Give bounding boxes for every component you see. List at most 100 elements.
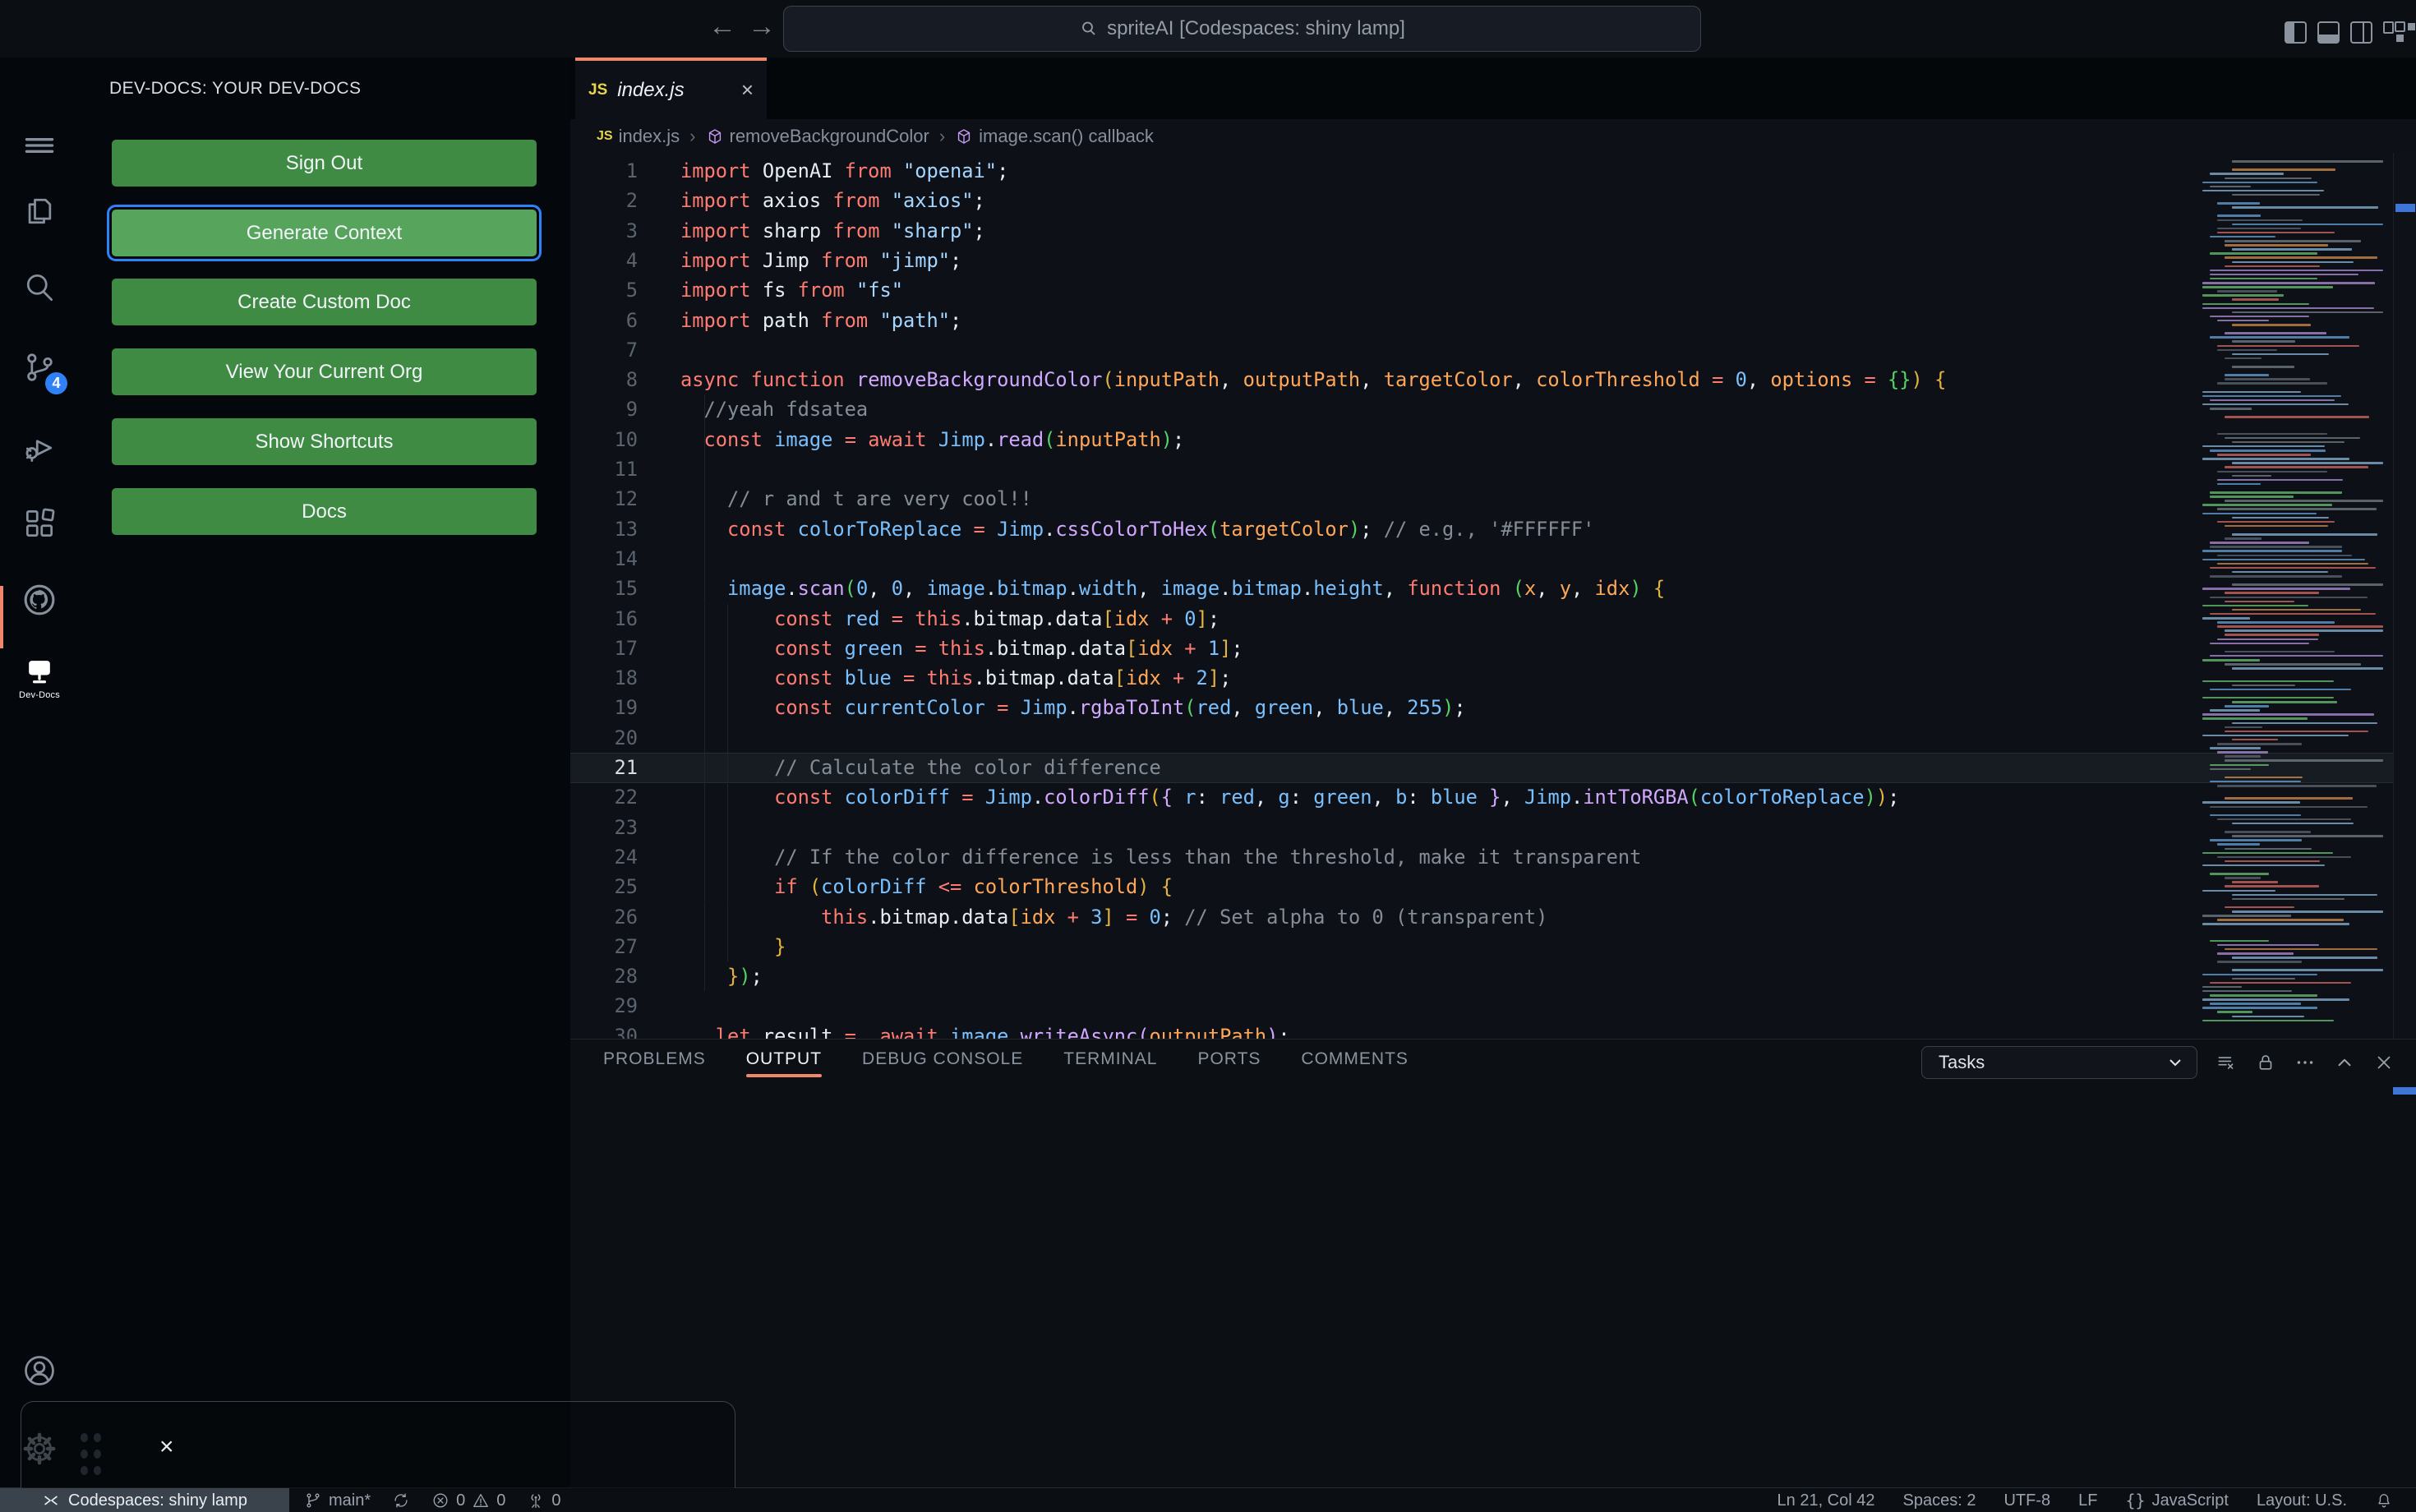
line-number: 7: [625, 338, 638, 362]
status-language[interactable]: {} JavaScript: [2125, 1491, 2228, 1510]
js-file-icon: JS: [597, 128, 613, 143]
status-keyboard-layout[interactable]: Layout: U.S.: [2257, 1491, 2347, 1510]
status-branch[interactable]: main*: [304, 1491, 371, 1510]
code-line-19[interactable]: 19 const currentColor = Jimp.rgbaToInt(r…: [570, 693, 2393, 723]
ellipsis-icon[interactable]: [2293, 1050, 2317, 1075]
layout-grid-toggle-icon[interactable]: [2383, 21, 2405, 44]
code-line-13[interactable]: 13 const colorToReplace = Jimp.cssColorT…: [570, 514, 2393, 544]
breadcrumb-item[interactable]: image.scan() callback: [955, 126, 1154, 147]
chevron-up-icon[interactable]: [2332, 1050, 2357, 1075]
command-center-search[interactable]: spriteAI [Codespaces: shiny lamp]: [783, 6, 1701, 52]
activity-item-run-debug[interactable]: [0, 419, 79, 477]
code-line-21[interactable]: 21 // Calculate the color difference: [570, 753, 2393, 783]
lock-icon[interactable]: [2253, 1050, 2278, 1075]
code-line-30[interactable]: 30 let result = await image.writeAsync(o…: [570, 1021, 2393, 1039]
toast-close-icon[interactable]: ×: [159, 1435, 174, 1459]
code-line-14[interactable]: 14: [570, 543, 2393, 574]
clear-output-icon[interactable]: [2214, 1050, 2238, 1075]
breadcrumb-item[interactable]: JS index.js: [597, 126, 680, 147]
code-line-25[interactable]: 25 if (colorDiff <= colorThreshold) {: [570, 872, 2393, 902]
panel-tab-debug-console[interactable]: DEBUG CONSOLE: [862, 1044, 1023, 1074]
code-line-7[interactable]: 7: [570, 335, 2393, 365]
code-line-18[interactable]: 18 const blue = this.bitmap.data[idx + 2…: [570, 663, 2393, 694]
activity-item-explorer[interactable]: [0, 182, 79, 240]
breadcrumb-item[interactable]: removeBackgroundColor: [706, 126, 929, 147]
line-number: 9: [625, 398, 638, 422]
dev-docs-icon: [21, 652, 58, 689]
output-channel-select[interactable]: Tasks: [1921, 1046, 2197, 1079]
tab-close-icon[interactable]: ×: [741, 77, 754, 103]
code-line-9[interactable]: 9 //yeah fdsatea: [570, 394, 2393, 425]
symbol-cube-icon: [706, 127, 724, 145]
activity-item-github[interactable]: [0, 571, 79, 629]
line-number: 8: [625, 368, 638, 392]
chevron-down-icon: [2165, 1053, 2185, 1072]
code-line-24[interactable]: 24 // If the color difference is less th…: [570, 841, 2393, 873]
breadcrumb-label: index.js: [618, 125, 680, 146]
code-line-3[interactable]: 3 import sharp from "sharp";: [570, 216, 2393, 246]
js-file-icon: JS: [588, 81, 608, 99]
status-ports[interactable]: 0: [527, 1491, 561, 1510]
panel-tab-terminal[interactable]: TERMINAL: [1063, 1044, 1157, 1074]
activity-item-menu[interactable]: [0, 117, 79, 174]
docs-button[interactable]: Docs: [112, 488, 537, 535]
panel-tab-problems[interactable]: PROBLEMS: [603, 1044, 706, 1074]
code-line-20[interactable]: 20: [570, 722, 2393, 753]
status-problems[interactable]: 00: [431, 1491, 505, 1510]
panel-tab-output[interactable]: OUTPUT: [745, 1044, 823, 1077]
code-line-28[interactable]: 28 });: [570, 961, 2393, 992]
create-custom-doc-button[interactable]: Create Custom Doc: [112, 279, 537, 325]
activity-item-dev-docs[interactable]: Dev-Docs: [0, 648, 79, 705]
panel-bottom-filled-toggle-icon[interactable]: [2317, 21, 2340, 44]
back-button[interactable]: ←: [708, 8, 736, 44]
activity-item-search[interactable]: [0, 259, 79, 316]
panel-left-filled-toggle-icon[interactable]: [2285, 21, 2307, 44]
activity-item-source-control[interactable]: 4: [0, 339, 79, 396]
code-text: import axios from "axios";: [680, 189, 985, 213]
sign-out-button[interactable]: Sign Out: [112, 140, 537, 187]
code-line-15[interactable]: 15 image.scan(0, 0, image.bitmap.width, …: [570, 574, 2393, 604]
code-line-26[interactable]: 26 this.bitmap.data[idx + 3] = 0; // Set…: [570, 901, 2393, 932]
remote-indicator[interactable]: Codespaces: shiny lamp: [0, 1488, 289, 1512]
remote-icon: [42, 1491, 60, 1510]
code-line-2[interactable]: 2 import axios from "axios";: [570, 186, 2393, 215]
status-indentation[interactable]: Spaces: 2: [1903, 1491, 1976, 1510]
code-line-16[interactable]: 16 const red = this.bitmap.data[idx + 0]…: [570, 603, 2393, 634]
code-line-22[interactable]: 22 const colorDiff = Jimp.colorDiff({ r:…: [570, 782, 2393, 813]
search-icon: [1079, 19, 1099, 39]
view-your-current-org-button[interactable]: View Your Current Org: [112, 348, 537, 395]
code-line-27[interactable]: 27 }: [570, 931, 2393, 962]
tab-index-js[interactable]: JS index.js ×: [575, 58, 767, 119]
code-line-1[interactable]: 1 import OpenAI from "openai";: [570, 156, 2393, 186]
status-eol[interactable]: LF: [2078, 1491, 2097, 1510]
status-cursor-position[interactable]: Ln 21, Col 42: [1777, 1491, 1875, 1510]
code-line-12[interactable]: 12 // r and t are very cool!!: [570, 484, 2393, 514]
panel-right-toggle-icon[interactable]: [2350, 21, 2372, 44]
code-line-6[interactable]: 6 import path from "path";: [570, 306, 2393, 335]
source-control-badge: 4: [45, 372, 67, 394]
activity-item-account[interactable]: [0, 1342, 79, 1399]
status-notifications[interactable]: [2375, 1491, 2393, 1510]
code-line-11[interactable]: 11: [570, 454, 2393, 485]
panel-tab-comments[interactable]: COMMENTS: [1301, 1044, 1409, 1074]
close-icon[interactable]: [2372, 1050, 2396, 1075]
line-number: 28: [614, 965, 638, 989]
code-line-8[interactable]: 8 async function removeBackgroundColor(in…: [570, 365, 2393, 394]
activity-item-extensions[interactable]: [0, 495, 79, 552]
code-editor[interactable]: 1 import OpenAI from "openai"; 2 import axi…: [570, 153, 2416, 1039]
generate-context-button[interactable]: Generate Context: [107, 205, 542, 261]
editor-group: JS index.js × JS index.js › removeBackgroun…: [570, 58, 2416, 1039]
minimap[interactable]: [2202, 153, 2388, 1039]
code-line-5[interactable]: 5 import fs from "fs": [570, 275, 2393, 305]
forward-button[interactable]: →: [748, 8, 776, 44]
status-encoding[interactable]: UTF-8: [2003, 1491, 2050, 1510]
code-line-17[interactable]: 17 const green = this.bitmap.data[idx + …: [570, 633, 2393, 664]
code-line-29[interactable]: 29: [570, 991, 2393, 1021]
status-sync[interactable]: [392, 1491, 410, 1510]
code-line-4[interactable]: 4 import Jimp from "jimp";: [570, 246, 2393, 275]
show-shortcuts-button[interactable]: Show Shortcuts: [112, 418, 537, 465]
panel-tab-ports[interactable]: PORTS: [1197, 1044, 1261, 1074]
panel-tab-bar: PROBLEMS OUTPUT DEBUG CONSOLE TERMINAL PORTS…: [603, 1040, 1409, 1079]
code-line-23[interactable]: 23: [570, 812, 2393, 842]
code-line-10[interactable]: 10 const image = await Jimp.read(inputPa…: [570, 424, 2393, 454]
